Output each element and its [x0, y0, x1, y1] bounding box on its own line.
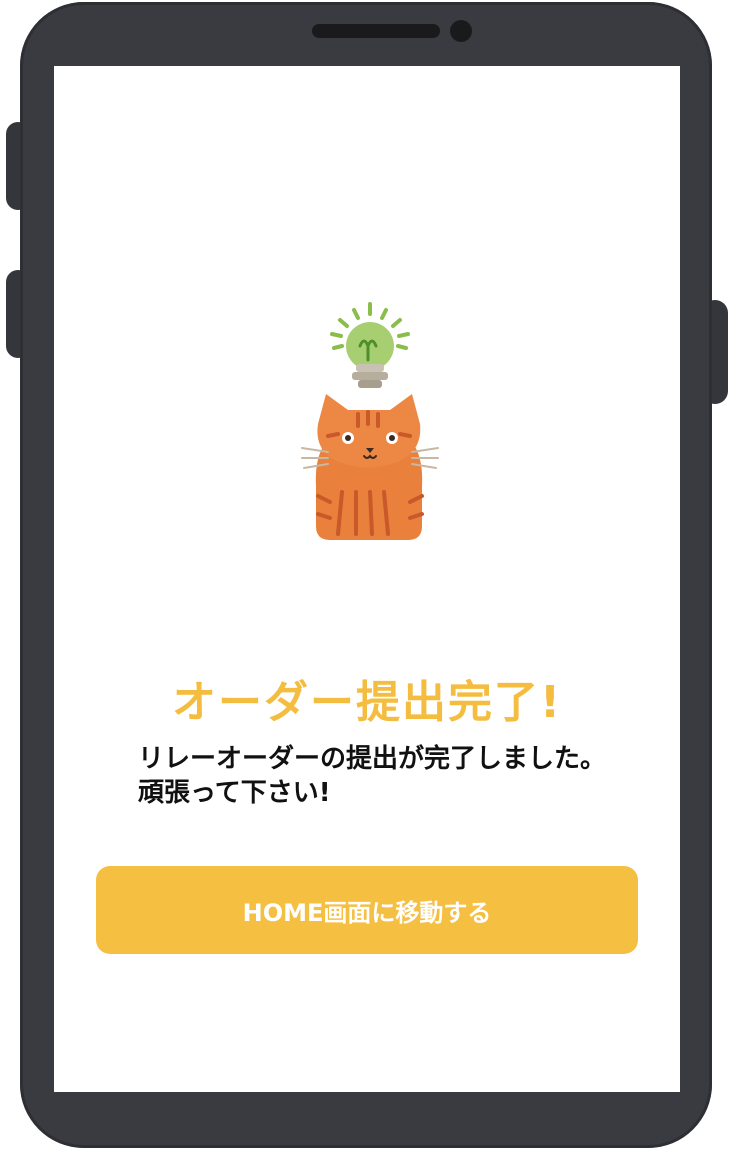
front-camera: [450, 20, 472, 42]
phone-frame: オーダー提出完了! リレーオーダーの提出が完了しました。頑張って下さい! HOM…: [0, 0, 732, 1154]
illustration: [301, 302, 439, 540]
cat-icon: [301, 394, 439, 540]
app-screen: オーダー提出完了! リレーオーダーの提出が完了しました。頑張って下さい! HOM…: [54, 66, 680, 1092]
completion-message: リレーオーダーの提出が完了しました。頑張って下さい!: [138, 744, 607, 808]
home-button[interactable]: HOME画面に移動する: [96, 866, 638, 954]
page-title: オーダー提出完了!: [171, 677, 563, 728]
speaker-grille: [312, 24, 440, 38]
lightbulb-icon: [330, 302, 410, 388]
